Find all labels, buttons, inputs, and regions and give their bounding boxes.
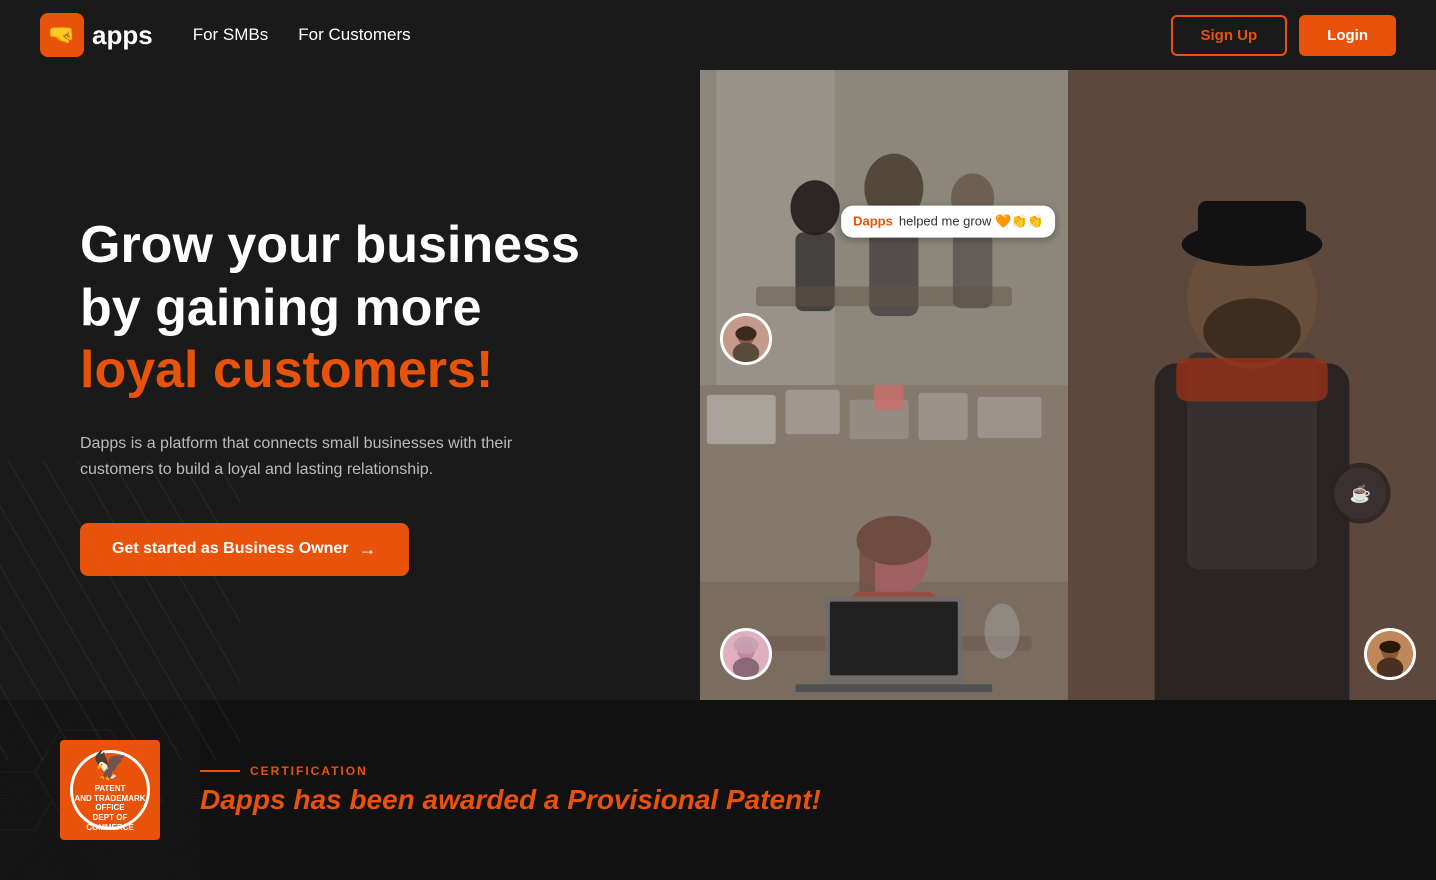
badge-inner: 🦅 PATENTAND TRADEMARKOFFICEDEPT OFCOMMER… [70,750,150,830]
image-designer [700,385,1068,700]
certification-badge: 🦅 PATENTAND TRADEMARKOFFICEDEPT OFCOMMER… [60,740,160,840]
cert-title: Dapps has been awarded a Provisional Pat… [200,784,821,816]
hero-description: Dapps is a platform that connects small … [80,431,580,482]
logo-emoji: 🤜 [48,22,75,48]
chat-suffix: helped me grow 🧡👏👏 [899,213,1044,229]
logo-icon: 🤜 [40,13,84,57]
image-business-owner: ☕ [1068,70,1436,700]
nav-link-customers[interactable]: For Customers [298,25,410,45]
avatar-1 [720,313,772,365]
studio-background: ☕ [1068,70,1436,700]
nav-left: 🤜 apps For SMBs For Customers [40,13,411,57]
cert-label-text: CERTIFICATION [250,764,368,778]
svg-text:☕: ☕ [1349,483,1371,504]
cert-label: CERTIFICATION [200,764,821,778]
laptop-background [700,385,1068,700]
avatar-3-img [1367,628,1413,680]
certification-section: 🦅 PATENTAND TRADEMARKOFFICEDEPT OFCOMMER… [0,700,1436,880]
nav-links: For SMBs For Customers [193,25,411,45]
logo[interactable]: 🤜 apps [40,13,153,57]
cert-title-accent: Provisional Patent! [567,784,821,815]
avatar-2-img [723,628,769,680]
cta-arrow-icon: → [359,539,377,560]
signup-button[interactable]: Sign Up [1171,15,1288,56]
hero-title: Grow your business by gaining more loyal… [80,214,660,401]
cta-label: Get started as Business Owner [112,540,349,558]
cert-line [200,770,240,772]
eagle-icon: 🦅 [93,748,128,784]
login-button[interactable]: Login [1299,15,1396,56]
avatar-2 [720,628,772,680]
avatar-1-img [723,313,769,365]
cert-title-prefix: Dapps has been awarded a [200,784,567,815]
navbar: 🤜 apps For SMBs For Customers Sign Up Lo… [0,0,1436,70]
nav-right: Sign Up Login [1171,15,1397,56]
hero-section: Grow your business by gaining more loyal… [0,70,1436,700]
hero-image-grid: Dapps helped me grow 🧡👏👏 [700,70,1436,700]
chat-dapps: Dapps [853,214,893,229]
hero-title-line2: by gaining more [80,279,482,337]
avatar-3 [1364,628,1416,680]
cert-text-block: CERTIFICATION Dapps has been awarded a P… [200,764,821,816]
badge-text: PATENTAND TRADEMARKOFFICEDEPT OFCOMMERCE [74,784,145,832]
hero-title-accent: loyal customers! [80,341,493,399]
nav-link-smbs[interactable]: For SMBs [193,25,269,45]
hero-title-line1: Grow your business [80,216,580,274]
image-salon: Dapps helped me grow 🧡👏👏 [700,70,1068,385]
hero-left: Grow your business by gaining more loyal… [0,70,700,700]
logo-text: apps [92,20,153,51]
chat-bubble: Dapps helped me grow 🧡👏👏 [841,205,1055,237]
salon-background: Dapps helped me grow 🧡👏👏 [700,70,1068,385]
owner-svg: ☕ [1068,70,1436,700]
cta-button[interactable]: Get started as Business Owner → [80,523,409,576]
